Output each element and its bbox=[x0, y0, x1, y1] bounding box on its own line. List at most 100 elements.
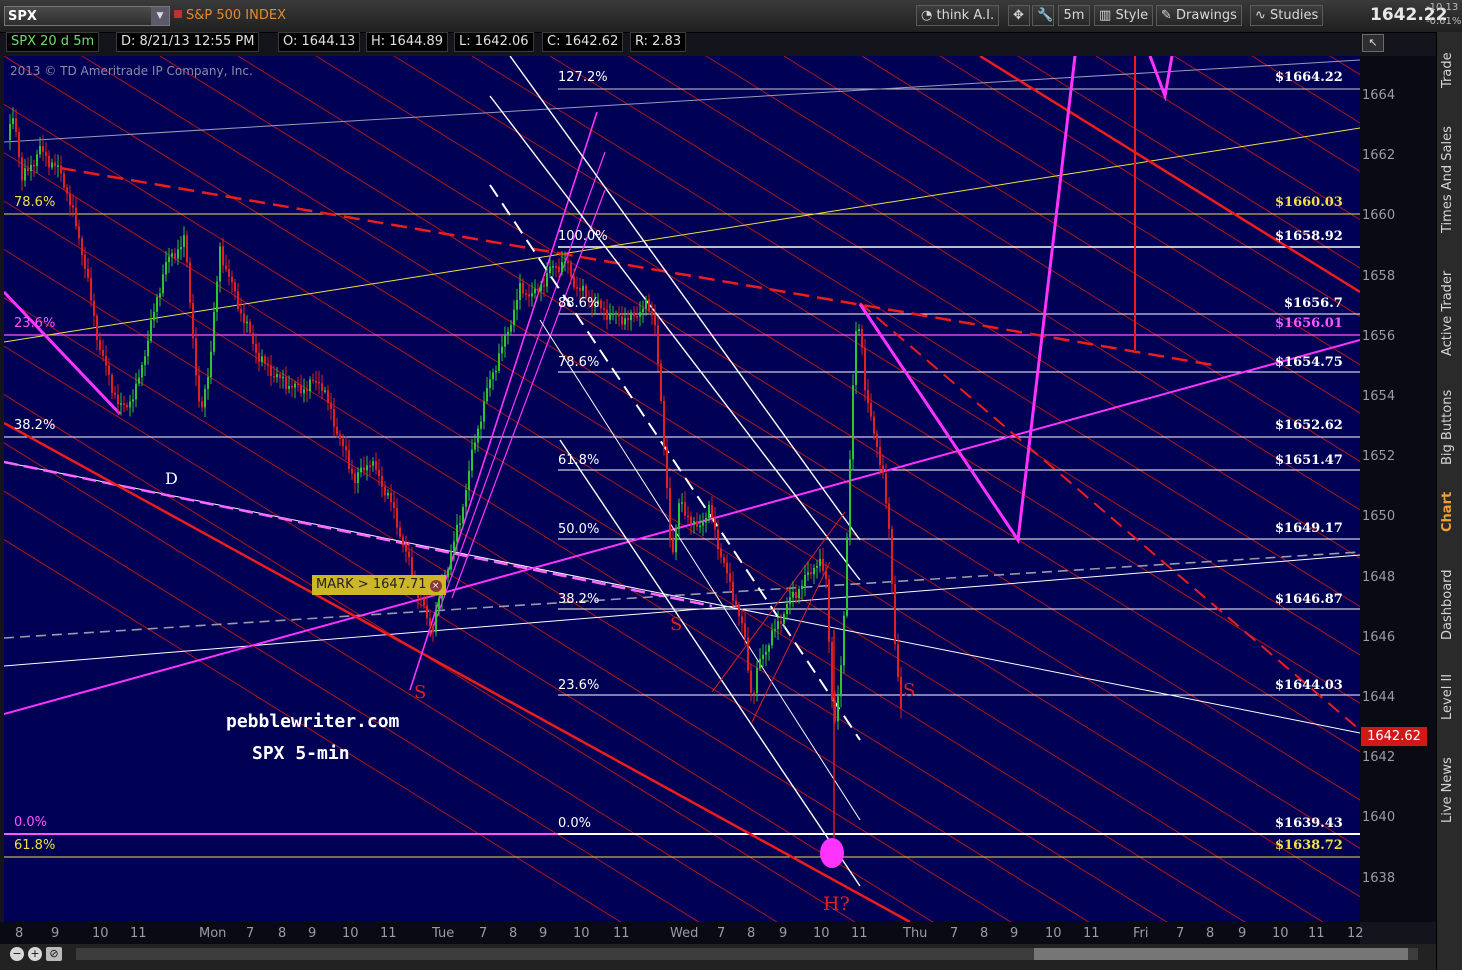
candle-body bbox=[63, 173, 65, 188]
time-tick: 11 bbox=[613, 926, 630, 941]
time-scrollbar[interactable] bbox=[76, 948, 1418, 960]
time-axis[interactable]: 8 9 10 11 Mon 7 8 9 10 11 Tue 7 8 9 10 11 Wed 7 8 9 10 11 Thu 7… bbox=[0, 922, 1364, 944]
candle-body bbox=[465, 490, 467, 507]
fib-price-1652-62: $1652.62 bbox=[1275, 418, 1343, 433]
crosshair-tool-button[interactable]: ✥ bbox=[1008, 5, 1030, 26]
candle-body bbox=[846, 537, 848, 616]
close-icon[interactable]: × bbox=[429, 580, 442, 592]
symbol-input[interactable] bbox=[8, 8, 148, 24]
candle-body bbox=[87, 268, 89, 278]
price-chart[interactable] bbox=[4, 56, 1360, 922]
think-ai-button[interactable]: ◔ think A.I. bbox=[916, 5, 1000, 26]
candle-body bbox=[747, 637, 749, 671]
candle-body bbox=[396, 508, 398, 528]
candle-body bbox=[90, 277, 92, 301]
price-tick: 1656 bbox=[1362, 328, 1396, 344]
symbol-selector[interactable]: ▼ bbox=[4, 6, 170, 26]
candle-body bbox=[186, 235, 188, 263]
fib-price-1656-01: $1656.01 bbox=[1275, 316, 1343, 331]
time-tick: 7 bbox=[950, 926, 959, 941]
price-tick: 1642 bbox=[1362, 750, 1396, 766]
fib-left-0-0: 0.0% bbox=[14, 815, 48, 830]
candle-body bbox=[615, 313, 617, 315]
study-name[interactable]: SPX 20 d 5m bbox=[6, 32, 100, 52]
price-mark[interactable]: MARK > 1647.71 × bbox=[312, 575, 446, 595]
candle-body bbox=[726, 562, 728, 574]
wrench-tool-button[interactable]: 🔧 bbox=[1032, 5, 1054, 26]
candle-body bbox=[309, 379, 311, 392]
side-tab-dashboard[interactable]: Dashboard bbox=[1440, 560, 1460, 650]
candle-body bbox=[132, 399, 134, 402]
scrollbar-thumb[interactable] bbox=[1034, 948, 1408, 960]
candle-body bbox=[138, 377, 140, 384]
thinkorswim-chart-window: ▼ S&P 500 INDEX ◔ think A.I. ✥ 🔧 5m ▥ St… bbox=[0, 0, 1462, 970]
candle-body bbox=[120, 403, 122, 405]
interval-button[interactable]: 5m bbox=[1058, 5, 1090, 26]
candle-body bbox=[51, 162, 53, 168]
fib-50: 50.0% bbox=[558, 522, 600, 537]
side-tab-times-and-sales[interactable]: Times And Sales bbox=[1440, 116, 1460, 244]
side-tab-trade[interactable]: Trade bbox=[1440, 40, 1460, 100]
candle-body bbox=[384, 486, 386, 496]
time-tick: Fri bbox=[1133, 926, 1149, 941]
side-tab-live-news[interactable]: Live News bbox=[1440, 750, 1460, 830]
candle-body bbox=[540, 284, 542, 292]
candle-body bbox=[102, 350, 104, 356]
candle-body bbox=[762, 654, 764, 659]
side-tab-chart[interactable]: Chart bbox=[1440, 482, 1460, 542]
candle-body bbox=[777, 621, 779, 630]
candle-body bbox=[669, 487, 671, 540]
time-tick: Wed bbox=[670, 926, 699, 941]
side-tab-level-ii[interactable]: Level II bbox=[1440, 662, 1460, 732]
fib-price-1664-22: $1664.22 bbox=[1275, 70, 1343, 85]
candle-body bbox=[69, 193, 71, 206]
studies-button[interactable]: ∿ Studies bbox=[1250, 5, 1324, 26]
candle-body bbox=[576, 287, 578, 289]
time-tick: 11 bbox=[380, 926, 397, 941]
side-tab-big-buttons[interactable]: Big Buttons bbox=[1440, 382, 1460, 472]
candle-body bbox=[756, 668, 758, 694]
candle-body bbox=[42, 145, 44, 152]
candle-body bbox=[135, 383, 137, 400]
candle-body bbox=[822, 558, 824, 572]
candle-body bbox=[657, 325, 659, 364]
candle-body bbox=[888, 503, 890, 529]
cursor-mode-button[interactable]: ↖ bbox=[1362, 34, 1384, 52]
candle-body bbox=[759, 658, 761, 669]
price-tick: 1650 bbox=[1362, 509, 1396, 525]
candle-body bbox=[648, 299, 650, 312]
fib-price-1654-75: $1654.75 bbox=[1275, 355, 1343, 370]
drawings-button[interactable]: ✎ Drawings bbox=[1156, 5, 1242, 26]
fib-price-1658-92: $1658.92 bbox=[1275, 229, 1343, 244]
candle-body bbox=[222, 246, 224, 266]
candle-body bbox=[246, 321, 248, 324]
candle-body bbox=[213, 311, 215, 352]
style-button[interactable]: ▥ Style bbox=[1094, 5, 1154, 26]
price-axis[interactable]: 1664 1662 1660 1658 1656 1654 1652 1650 1648 1646… bbox=[1360, 56, 1436, 922]
candle-body bbox=[480, 421, 482, 429]
candle-body bbox=[867, 390, 869, 404]
candle-body bbox=[732, 581, 734, 601]
candle-body bbox=[699, 525, 701, 528]
time-tick: 9 bbox=[308, 926, 317, 941]
fib-price-1639-43: $1639.43 bbox=[1275, 816, 1343, 831]
candle-body bbox=[159, 293, 161, 298]
candle-body bbox=[579, 288, 581, 291]
chevron-down-icon[interactable]: ▼ bbox=[151, 7, 169, 25]
zoom-in-icon[interactable]: + bbox=[28, 947, 42, 961]
candle-body bbox=[459, 523, 461, 525]
candle-body bbox=[54, 162, 56, 167]
net-change: -10.13 bbox=[1426, 2, 1459, 13]
time-tick: 7 bbox=[1176, 926, 1185, 941]
candle-body bbox=[831, 642, 833, 701]
candle-body bbox=[801, 585, 803, 589]
candle-body bbox=[555, 266, 557, 268]
zoom-out-icon[interactable]: − bbox=[10, 947, 24, 961]
side-tab-active-trader[interactable]: Active Trader bbox=[1440, 254, 1460, 372]
zoom-fit-icon[interactable]: ⊘ bbox=[46, 947, 62, 961]
candle-body bbox=[789, 597, 791, 604]
candle-body bbox=[519, 283, 521, 300]
candle-body bbox=[111, 374, 113, 393]
low-value: L: 1642.06 bbox=[454, 32, 534, 52]
candle-body bbox=[819, 558, 821, 566]
